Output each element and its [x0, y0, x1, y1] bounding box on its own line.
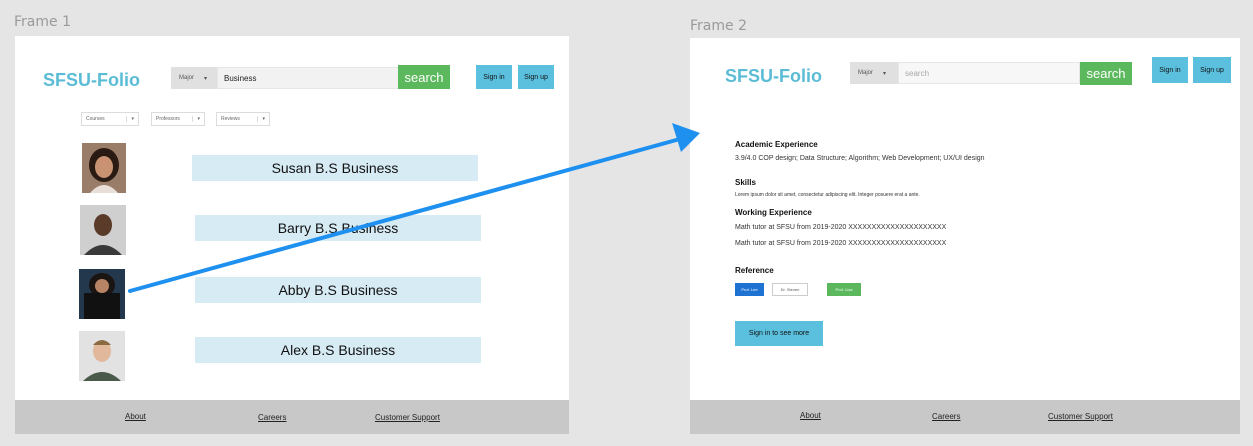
chevron-down-icon: ▾ — [204, 75, 208, 82]
avatar-susan[interactable] — [82, 143, 126, 193]
avatar-image — [82, 143, 126, 193]
working-experience-item: Math tutor at SFSU from 2019-2020 XXXXXX… — [735, 240, 947, 247]
filter-courses-label: Courses — [86, 116, 105, 122]
sign-in-button[interactable]: Sign in — [476, 65, 512, 89]
footer-support-link[interactable]: Customer Support — [1048, 412, 1113, 421]
avatar-barry[interactable] — [80, 205, 126, 255]
sign-in-to-see-more-button[interactable]: Sign in to see more — [735, 321, 823, 346]
footer-about-link[interactable]: About — [800, 411, 821, 420]
filter-professors[interactable]: Professors ▾ — [151, 112, 205, 126]
skills-text: Lorem ipsum dolor sit amet, consectetur … — [735, 192, 920, 198]
footer-about-link[interactable]: About — [125, 412, 146, 421]
result-name-susan[interactable]: Susan B.S Business — [192, 155, 478, 181]
chevron-down-icon: ▾ — [257, 116, 265, 122]
academic-experience-title: Academic Experience — [735, 140, 818, 149]
result-name-abby[interactable]: Abby B.S Business — [195, 277, 481, 303]
sign-in-button[interactable]: Sign in — [1152, 57, 1188, 83]
major-label: Major — [179, 75, 195, 81]
filter-reviews[interactable]: Reviews ▾ — [216, 112, 270, 126]
footer: About Careers Customer Support — [690, 400, 1240, 434]
working-experience-title: Working Experience — [735, 208, 812, 217]
logo[interactable]: SFSU-Folio — [725, 66, 822, 87]
reference-button-lisa[interactable]: Prof. Lisa — [827, 283, 861, 296]
search-button[interactable]: search — [398, 65, 450, 89]
frame-2: SFSU-Folio Major ▾ search search Sign in… — [690, 38, 1240, 434]
result-name-barry[interactable]: Barry B.S Business — [195, 215, 481, 241]
reference-button-steven[interactable]: Dr. Steven — [772, 283, 808, 296]
footer-support-link[interactable]: Customer Support — [375, 413, 440, 422]
frame-1-label: Frame 1 — [14, 14, 71, 30]
skills-title: Skills — [735, 178, 756, 187]
avatar-image — [79, 331, 125, 381]
footer-careers-link[interactable]: Careers — [258, 413, 286, 422]
sign-up-button[interactable]: Sign up — [518, 65, 554, 89]
footer: About Careers Customer Support — [15, 400, 569, 434]
academic-experience-text: 3.9/4.0 COP design; Data Structure; Algo… — [735, 155, 985, 162]
avatar-abby[interactable] — [79, 269, 125, 319]
logo[interactable]: SFSU-Folio — [43, 70, 140, 91]
search-input[interactable]: Business — [217, 67, 399, 89]
chevron-down-icon: ▾ — [126, 116, 134, 122]
reference-button-lee[interactable]: Prof. Lee — [735, 283, 764, 296]
working-experience-item: Math tutor at SFSU from 2019-2020 XXXXXX… — [735, 224, 947, 231]
frame-2-label: Frame 2 — [690, 18, 747, 34]
frame-1: SFSU-Folio Major ▾ Business search Sign … — [15, 36, 569, 434]
major-select[interactable]: Major ▾ — [171, 67, 221, 89]
filter-professors-label: Professors — [156, 116, 180, 122]
chevron-down-icon: ▾ — [883, 70, 887, 77]
footer-careers-link[interactable]: Careers — [932, 412, 960, 421]
chevron-down-icon: ▾ — [192, 116, 200, 122]
sign-up-button[interactable]: Sign up — [1193, 57, 1231, 83]
search-input[interactable]: search — [898, 62, 1080, 84]
major-select[interactable]: Major ▾ — [850, 62, 898, 84]
avatar-alex[interactable] — [79, 331, 125, 381]
avatar-image — [80, 205, 126, 255]
reference-title: Reference — [735, 266, 774, 275]
result-name-alex[interactable]: Alex B.S Business — [195, 337, 481, 363]
major-label: Major — [858, 70, 874, 76]
filter-reviews-label: Reviews — [221, 116, 240, 122]
filter-courses[interactable]: Courses ▾ — [81, 112, 139, 126]
search-button[interactable]: search — [1080, 62, 1132, 85]
avatar-image — [79, 269, 125, 319]
